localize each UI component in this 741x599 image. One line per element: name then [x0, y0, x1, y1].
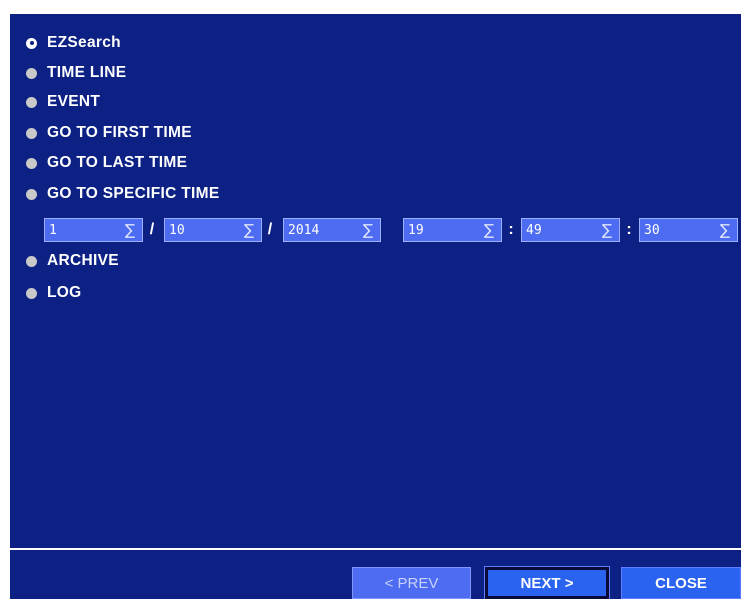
footer-divider: [10, 548, 741, 550]
radio-icon[interactable]: [26, 96, 37, 108]
option-label: GO TO SPECIFIC TIME: [47, 185, 220, 202]
option-label: LOG: [47, 284, 82, 301]
minute-field[interactable]: 49 ∑: [521, 218, 620, 242]
spin-icon[interactable]: ∑: [482, 222, 496, 238]
time-separator: :: [626, 221, 632, 238]
spin-icon[interactable]: ∑: [600, 222, 614, 238]
option-log[interactable]: LOG: [26, 282, 81, 304]
option-label: GO TO FIRST TIME: [47, 124, 192, 141]
option-label: EZSearch: [47, 34, 121, 51]
option-archive[interactable]: ARCHIVE: [26, 250, 119, 272]
option-time-line[interactable]: TIME LINE: [26, 62, 126, 84]
option-label: ARCHIVE: [47, 252, 119, 269]
month-field[interactable]: 1 ∑: [44, 218, 143, 242]
radio-icon[interactable]: [26, 188, 37, 200]
next-button[interactable]: NEXT >: [484, 566, 610, 599]
option-ezsearch[interactable]: EZSearch: [26, 32, 121, 54]
radio-icon[interactable]: [26, 67, 37, 79]
spin-icon[interactable]: ∑: [718, 222, 732, 238]
option-label: EVENT: [47, 93, 101, 110]
radio-selected-icon[interactable]: [26, 37, 37, 49]
option-go-to-specific-time[interactable]: GO TO SPECIFIC TIME: [26, 183, 219, 205]
day-field[interactable]: 10 ∑: [164, 218, 262, 242]
hour-value: 19: [408, 222, 424, 238]
second-value: 30: [644, 222, 660, 238]
date-separator: /: [267, 221, 273, 238]
close-button[interactable]: CLOSE: [621, 567, 741, 599]
option-go-to-first-time[interactable]: GO TO FIRST TIME: [26, 122, 192, 144]
second-field[interactable]: 30 ∑: [639, 218, 738, 242]
month-value: 1: [49, 222, 57, 238]
option-label: TIME LINE: [47, 64, 127, 81]
search-dialog: EZSearch TIME LINE EVENT GO TO FIRST TIM…: [10, 14, 741, 599]
option-go-to-last-time[interactable]: GO TO LAST TIME: [26, 152, 187, 174]
radio-icon[interactable]: [26, 157, 37, 169]
spin-icon[interactable]: ∑: [242, 222, 256, 238]
option-event[interactable]: EVENT: [26, 91, 100, 113]
year-field[interactable]: 2014 ∑: [283, 218, 381, 242]
radio-icon[interactable]: [26, 255, 37, 267]
radio-icon[interactable]: [26, 287, 37, 299]
option-label: GO TO LAST TIME: [47, 154, 188, 171]
year-value: 2014: [288, 222, 320, 238]
hour-field[interactable]: 19 ∑: [403, 218, 502, 242]
day-value: 10: [169, 222, 185, 238]
minute-value: 49: [526, 222, 542, 238]
spin-icon[interactable]: ∑: [123, 222, 137, 238]
spin-icon[interactable]: ∑: [361, 222, 375, 238]
time-separator: :: [508, 221, 514, 238]
date-separator: /: [149, 221, 155, 238]
radio-icon[interactable]: [26, 127, 37, 139]
prev-button[interactable]: < PREV: [352, 567, 471, 599]
